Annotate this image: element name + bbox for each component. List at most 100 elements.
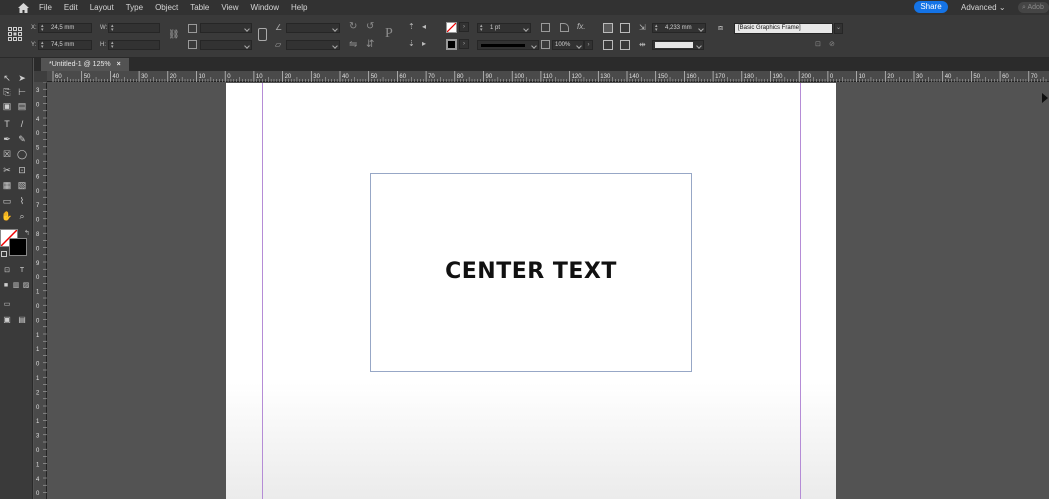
stroke-weight-dropdown[interactable]: ▴ ▾ 1 pt (477, 23, 531, 33)
menu-help[interactable]: Help (285, 0, 313, 15)
opacity-dropdown[interactable]: 100% (552, 40, 584, 50)
x-field[interactable]: ▴ ▾ 24,5 mm (38, 23, 92, 33)
content-placer-icon[interactable]: ▤ (16, 100, 28, 112)
close-icon[interactable]: × (117, 61, 121, 68)
text-wrap-around-icon[interactable] (620, 40, 630, 50)
workspace-switcher[interactable]: Advanced ⌄ (961, 0, 1006, 15)
ruler-label: 0 (36, 246, 40, 252)
line-tool-icon[interactable]: / (16, 118, 28, 130)
stroke-type-preview (481, 44, 525, 47)
pencil-tool-icon[interactable]: ✎ (16, 133, 28, 145)
hand-tool-icon[interactable]: ✋ (1, 210, 13, 222)
stroke-dropdown-arrow[interactable]: › (459, 39, 469, 49)
w-field[interactable]: ▴ ▾ (108, 23, 160, 33)
eyedropper-tool-icon[interactable]: ⌇ (16, 195, 28, 207)
fill-dropdown-arrow[interactable]: › (459, 22, 469, 32)
scissors-tool-icon[interactable]: ✂ (1, 164, 13, 176)
ruler-label: 60 (399, 74, 406, 80)
direct-selection-tool-icon[interactable]: ➤ (16, 72, 28, 84)
y-field[interactable]: ▴ ▾ 74,5 mm (38, 40, 92, 50)
constrain-proportions-icon[interactable]: ⛓ (168, 29, 179, 40)
screen-mode-icon[interactable]: ▭ (1, 298, 13, 310)
stroke-swatch[interactable] (446, 39, 457, 50)
rectangle-frame-tool-icon[interactable]: ☒ (1, 148, 13, 160)
selection-tool-icon[interactable]: ↖ (1, 72, 13, 84)
frame-color-dropdown[interactable] (652, 40, 704, 50)
constrain-scale-icon[interactable] (258, 28, 267, 41)
reference-point-icon[interactable] (8, 27, 22, 41)
scale-y-icon (188, 40, 197, 49)
stepper-icon: ▴ ▾ (41, 40, 44, 50)
page-tool-icon[interactable]: ⎘ (1, 86, 13, 98)
frame-fitting-icon[interactable] (541, 23, 550, 32)
scale-x-percentage-dropdown[interactable] (200, 23, 252, 33)
control-panel: X: ▴ ▾ 24,5 mm Y: ▴ ▾ 74,5 mm W: ▴ ▾ H: ▴ ▾ ⛓ … (0, 15, 1049, 58)
ruler-label: 20 (170, 74, 177, 80)
share-button[interactable]: Share (914, 1, 948, 13)
scale-y-percentage-dropdown[interactable] (200, 40, 252, 50)
ruler-label: 30 (916, 74, 923, 80)
opacity-arrow-button[interactable]: › (584, 40, 593, 50)
flip-horizontal-icon[interactable]: ⇋ (349, 39, 357, 50)
swap-fill-stroke-icon[interactable]: ↰ (24, 229, 30, 237)
menu-layout[interactable]: Layout (84, 0, 120, 15)
clear-overrides-icon[interactable]: ⊡ (815, 40, 821, 48)
auto-fit-icon[interactable]: ⇹ (639, 40, 646, 49)
type-tool-icon[interactable]: T (1, 118, 13, 130)
rotate-counterclockwise-icon[interactable]: ↺ (366, 21, 374, 32)
note-tool-icon[interactable]: ▭ (1, 195, 13, 207)
fill-swatch[interactable] (446, 22, 457, 33)
gap-tool-icon[interactable]: ⊢ (16, 86, 28, 98)
menu-edit[interactable]: Edit (58, 0, 84, 15)
object-style-dropdown-arrow[interactable]: ⌄ (834, 23, 843, 34)
menu-view[interactable]: View (215, 0, 244, 15)
clear-attributes-icon[interactable]: ⊘ (829, 40, 835, 48)
menu-window[interactable]: Window (245, 0, 285, 15)
ellipse-tool-icon[interactable]: ◯ (16, 148, 28, 160)
menu-file[interactable]: File (33, 0, 58, 15)
stroke-swatch-tool[interactable] (9, 238, 27, 256)
corner-options-icon[interactable] (560, 23, 569, 32)
zoom-tool-icon[interactable]: ⌕ (16, 210, 28, 222)
menu-table[interactable]: Table (184, 0, 215, 15)
gradient-feather-tool-icon[interactable]: ▧ (16, 179, 28, 191)
rotation-angle-dropdown[interactable] (286, 23, 340, 33)
effects-fx-icon[interactable]: fx. (577, 22, 585, 31)
menu-type[interactable]: Type (120, 0, 149, 15)
search-field[interactable]: ⌕ Adob (1018, 2, 1049, 13)
align-stroke-outside-icon[interactable] (603, 23, 613, 33)
vertical-ruler[interactable]: 3 0 4 0 5 0 6 0 7 0 8 0 9 0 1 0 0 1 1 0 1 2 0 1 3 0 1 4 0 (34, 82, 47, 499)
text-wrap-icon[interactable] (603, 40, 613, 50)
ruler-origin[interactable] (34, 71, 47, 82)
flip-vertical-icon[interactable]: ⇵ (366, 39, 374, 50)
gradient-swatch-tool-icon[interactable]: ▦ (1, 179, 13, 191)
h-field[interactable]: ▴ ▾ (108, 40, 160, 50)
select-previous-object-icon[interactable]: ◂ (422, 22, 426, 31)
apply-none-icon[interactable]: ▨ (20, 279, 32, 291)
home-icon[interactable] (13, 0, 33, 15)
align-stroke-center-icon[interactable] (620, 23, 630, 33)
ruler-label: 3 (36, 88, 40, 94)
ruler-label: 7 (36, 203, 40, 209)
frame-dimension-dropdown[interactable]: ▴ ▾ 4,233 mm (652, 23, 706, 33)
free-transform-tool-icon[interactable]: ⊡ (16, 164, 28, 176)
ruler-label: 4 (36, 117, 40, 123)
horizontal-ruler[interactable]: 60 50 40 30 20 10 0 10 20 30 40 50 60 70 80 90 100 110 120… (47, 71, 1049, 82)
select-next-object-icon[interactable]: ▸ (422, 39, 426, 48)
object-style-dropdown[interactable]: [Basic Graphics Frame] (734, 23, 833, 34)
preview-mode-icon[interactable]: ▤ (16, 314, 28, 326)
select-container-icon[interactable]: ⇡ (408, 22, 415, 31)
y-value: 74,5 mm (51, 42, 75, 48)
stroke-type-dropdown[interactable] (477, 40, 539, 50)
content-collector-icon[interactable]: ▣ (1, 100, 13, 112)
formatting-text-icon[interactable]: T (16, 264, 28, 276)
pen-tool-icon[interactable]: ✒ (1, 133, 13, 145)
normal-view-icon[interactable]: ▣ (1, 314, 13, 326)
menu-object[interactable]: Object (149, 0, 184, 15)
rotate-clockwise-icon[interactable]: ↻ (349, 21, 357, 32)
tab-untitled-1[interactable]: *Untitled-1 @ 125% × (41, 58, 129, 71)
formatting-container-icon[interactable]: ⊡ (1, 264, 13, 276)
select-content-icon[interactable]: ⇣ (408, 39, 415, 48)
default-fill-stroke-icon[interactable] (1, 251, 7, 257)
shear-angle-dropdown[interactable] (286, 40, 340, 50)
